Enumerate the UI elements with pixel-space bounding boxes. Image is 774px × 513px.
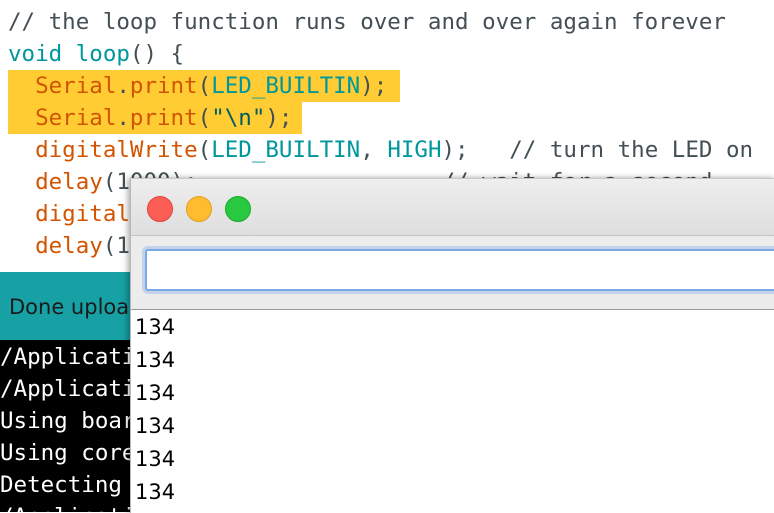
code-token: ); bbox=[360, 73, 388, 99]
code-token: , bbox=[360, 137, 388, 163]
code-token: print bbox=[129, 73, 198, 99]
console-line: Using board bbox=[0, 408, 150, 434]
code-token: LED_BUILTIN bbox=[211, 137, 361, 163]
code-token: // turn the LED on bbox=[509, 137, 754, 163]
serial-output-line: 134 bbox=[135, 447, 176, 471]
code-line: // the loop function runs over and over … bbox=[8, 6, 726, 38]
code-token: print bbox=[129, 105, 198, 131]
code-token: HIGH bbox=[387, 137, 442, 163]
serial-output-line: 134 bbox=[135, 315, 176, 339]
serial-output[interactable]: 134 134 134 134 134 134 bbox=[131, 309, 774, 513]
code-token: delay bbox=[35, 233, 103, 259]
serial-output-line: 134 bbox=[135, 480, 176, 504]
code-token: ( bbox=[197, 105, 212, 131]
code-token: Serial bbox=[35, 105, 117, 131]
code-line: digitalWrite(LED_BUILTIN, HIGH); // turn… bbox=[8, 134, 753, 166]
code-token: ( bbox=[197, 73, 212, 99]
code-token: void bbox=[8, 41, 63, 67]
zoom-window-button[interactable] bbox=[225, 196, 251, 222]
code-token: ); bbox=[265, 105, 293, 131]
serial-output-line: 134 bbox=[135, 414, 176, 438]
close-window-button[interactable] bbox=[147, 196, 173, 222]
code-token: // the loop function runs over and over … bbox=[8, 9, 726, 35]
code-token: digitalWrite bbox=[35, 137, 198, 163]
code-token: . bbox=[116, 73, 130, 99]
code-token: delay bbox=[35, 169, 103, 195]
code-line: void loop() { bbox=[8, 38, 184, 70]
code-token: "\n" bbox=[211, 105, 266, 131]
code-token: . bbox=[116, 105, 130, 131]
code-token: LED_BUILTIN bbox=[211, 73, 361, 99]
serial-monitor-window[interactable]: 134 134 134 134 134 134 bbox=[130, 178, 774, 513]
minimize-window-button[interactable] bbox=[186, 196, 212, 222]
code-line: Serial.print("\n"); bbox=[8, 102, 292, 134]
code-token: ); bbox=[441, 137, 510, 163]
serial-output-line: 134 bbox=[135, 381, 176, 405]
code-token: ( bbox=[197, 137, 212, 163]
window-titlebar[interactable] bbox=[131, 179, 774, 236]
code-token: Serial bbox=[35, 73, 117, 99]
serial-send-input[interactable] bbox=[145, 249, 774, 291]
code-token: () { bbox=[129, 41, 185, 67]
send-row bbox=[131, 236, 774, 308]
code-line: Serial.print(LED_BUILTIN); bbox=[8, 70, 387, 102]
serial-output-line: 134 bbox=[135, 348, 176, 372]
code-token: loop bbox=[75, 41, 130, 67]
console-line: Using core bbox=[0, 440, 136, 466]
